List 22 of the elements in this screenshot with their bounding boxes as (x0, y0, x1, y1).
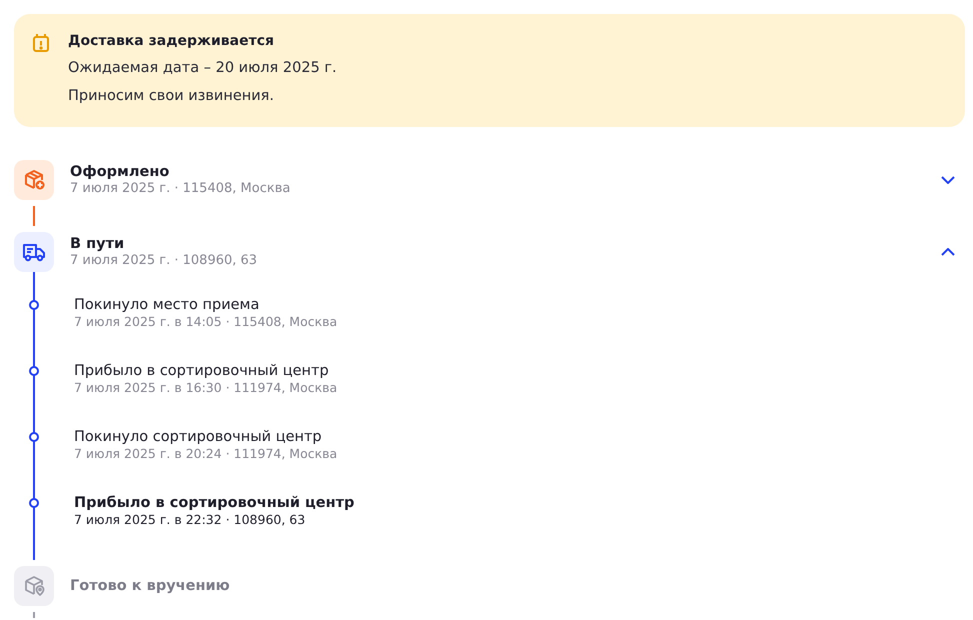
event-details: 7 июля 2025 г. в 20:24 · 111974, Москва (74, 446, 338, 462)
step-title: Оформлено (70, 163, 170, 181)
calendar-alert-icon (32, 33, 50, 53)
step-title: Готово к вручению (70, 577, 231, 595)
event-title: Прибыло в сортировочный центр (74, 362, 330, 380)
step-date: 7 июля 2025 г. · 115408, Москва (70, 181, 292, 197)
event-details: 7 июля 2025 г. в 22:32 · 108960, 63 (74, 512, 306, 528)
event-details: 7 июля 2025 г. в 14:05 · 115408, Москва (74, 314, 338, 330)
event-title: Прибыло в сортировочный центр (74, 494, 354, 512)
step-title: В пути (70, 235, 126, 253)
truck-icon (22, 241, 46, 263)
chevron-down-icon[interactable] (941, 176, 955, 184)
alert-title: Доставка задерживается (68, 32, 275, 50)
box-pin-icon (23, 575, 45, 597)
event-details: 7 июля 2025 г. в 16:30 · 111974, Москва (74, 380, 338, 396)
chevron-up-icon[interactable] (941, 248, 955, 256)
step-date: 7 июля 2025 г. · 108960, 63 (70, 253, 258, 269)
event-title: Покинуло место приема (74, 296, 260, 314)
alert-text: Ожидаемая дата – 20 июля 2025 г. (68, 59, 337, 78)
alert-text: Приносим свои извинения. (68, 87, 275, 106)
box-plus-icon (23, 169, 45, 191)
event-title: Покинуло сортировочный центр (74, 428, 323, 446)
